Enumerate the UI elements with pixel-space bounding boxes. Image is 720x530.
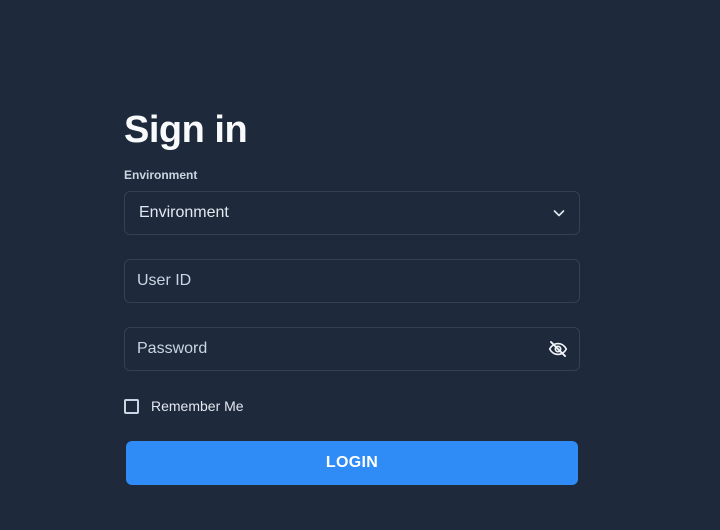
environment-label: Environment [124, 168, 198, 182]
password-field [124, 327, 580, 371]
login-button[interactable]: LOGIN [126, 441, 578, 485]
user-id-field [124, 259, 580, 303]
chevron-down-icon [553, 210, 565, 217]
remember-me-row: Remember Me [124, 397, 580, 415]
eye-off-icon[interactable] [548, 339, 568, 359]
remember-me-checkbox[interactable] [124, 398, 139, 414]
user-id-input[interactable] [125, 260, 579, 302]
password-input[interactable] [125, 328, 579, 370]
sign-in-form: Sign in Environment Environment Remember… [124, 108, 580, 485]
environment-select[interactable]: Environment [124, 191, 580, 235]
remember-me-label[interactable]: Remember Me [151, 398, 244, 414]
environment-selected-value: Environment [139, 204, 229, 221]
page-title: Sign in [124, 109, 248, 151]
